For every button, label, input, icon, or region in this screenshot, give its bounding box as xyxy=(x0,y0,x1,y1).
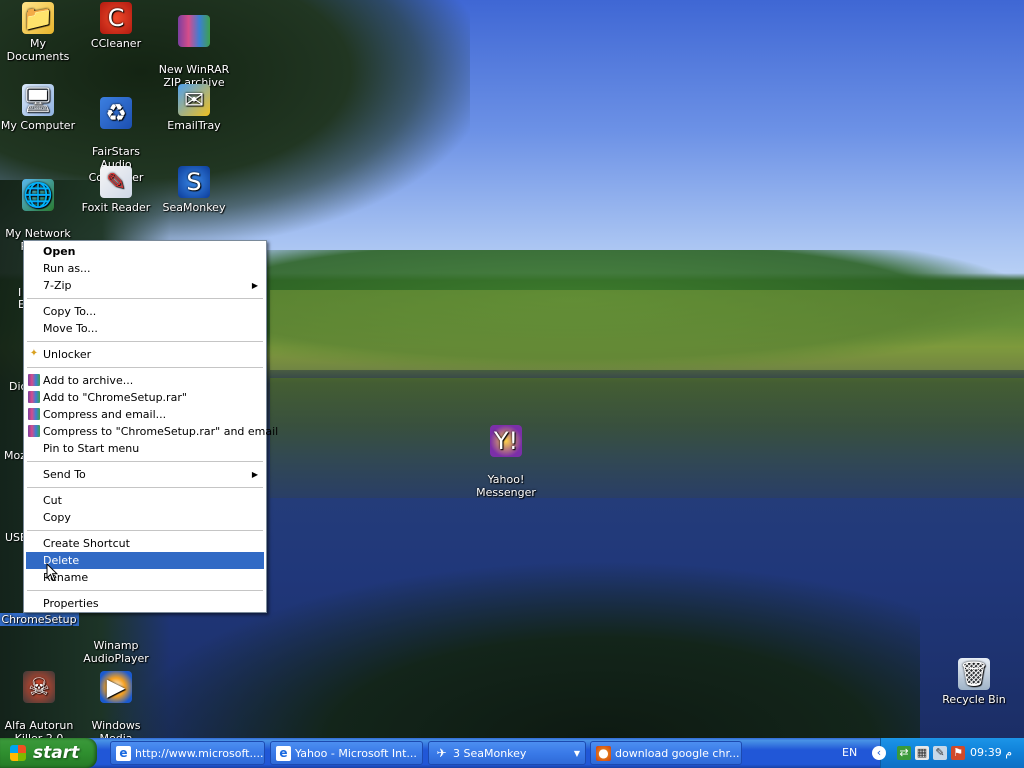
windows-logo-icon xyxy=(10,745,26,761)
menu-item-add-to-rar[interactable]: Add to "ChromeSetup.rar" xyxy=(26,389,264,406)
menu-item-unlocker[interactable]: ✦ Unlocker xyxy=(26,346,264,363)
email-tray-icon: ✉ xyxy=(178,84,210,116)
menu-item-pin-start[interactable]: Pin to Start menu xyxy=(26,440,264,457)
wallpaper-meadow xyxy=(270,290,1024,370)
internet-explorer-icon: e xyxy=(116,746,131,761)
desktop-icon-seamonkey[interactable]: S SeaMonkey xyxy=(154,166,234,214)
taskbar-button-ie-microsoft[interactable]: e http://www.microsoft.... xyxy=(110,741,265,765)
menu-item-open[interactable]: Open xyxy=(26,243,264,260)
menu-separator xyxy=(27,298,263,299)
winrar-icon xyxy=(28,425,40,437)
menu-separator xyxy=(27,487,263,488)
desktop-icon-recycle-bin[interactable]: 🗑 Recycle Bin xyxy=(934,658,1014,706)
menu-item-send-to[interactable]: Send To ▶ xyxy=(26,466,264,483)
desktop-icon-foxit[interactable]: ✎ Foxit Reader xyxy=(76,166,156,214)
wallpaper-lake-reflection xyxy=(270,378,1024,498)
menu-item-properties[interactable]: Properties xyxy=(26,595,264,612)
menu-item-copy-to[interactable]: Copy To... xyxy=(26,303,264,320)
menu-separator xyxy=(27,530,263,531)
tray-tools-icon[interactable]: ✎ xyxy=(933,746,947,760)
taskbar-button-ie-yahoo[interactable]: e Yahoo - Microsoft Int... xyxy=(270,741,423,765)
system-tray: ‹ ⇄ ▦ ✎ ⚑ 09:39 م xyxy=(872,738,1024,768)
menu-item-compress-email[interactable]: Compress and email... xyxy=(26,406,264,423)
menu-item-rename[interactable]: Rename xyxy=(26,569,264,586)
winrar-icon xyxy=(28,408,40,420)
network-icon: 🌐 xyxy=(22,179,54,211)
menu-item-7zip[interactable]: 7-Zip ▶ xyxy=(26,277,264,294)
ccleaner-icon: C xyxy=(100,2,132,34)
autorun-killer-icon: ☠ xyxy=(23,671,55,703)
tray-security-icon[interactable]: ⚑ xyxy=(951,746,965,760)
desktop: 📁 My Documents C CCleaner New WinRAR ZIP… xyxy=(0,0,1024,738)
menu-item-compress-rar-email[interactable]: Compress to "ChromeSetup.rar" and email xyxy=(26,423,278,440)
context-menu: Open Run as... 7-Zip ▶ Copy To... Move To… xyxy=(23,240,278,613)
menu-separator xyxy=(27,367,263,368)
menu-item-create-shortcut[interactable]: Create Shortcut xyxy=(26,535,264,552)
menu-item-delete[interactable]: Delete xyxy=(26,552,264,569)
desktop-icon-emailtray[interactable]: ✉ EmailTray xyxy=(154,84,234,132)
taskbar: start e http://www.microsoft.... e Yahoo… xyxy=(0,738,1024,768)
recycle-bin-icon: 🗑 xyxy=(958,658,990,690)
menu-item-add-to-archive[interactable]: Add to archive... xyxy=(26,372,264,389)
clock[interactable]: 09:39 م xyxy=(970,738,1012,768)
desktop-icon-winrar-zip[interactable]: New WinRAR ZIP archive xyxy=(154,2,234,89)
desktop-icon-yahoo[interactable]: Y! Yahoo! Messenger xyxy=(466,412,546,499)
chevron-down-icon: ▼ xyxy=(573,749,580,758)
unlocker-wand-icon: ✦ xyxy=(29,348,39,359)
winrar-archive-icon xyxy=(178,15,210,47)
desktop-icon-wmp[interactable]: ▶ Windows Media Player xyxy=(76,658,156,738)
winrar-icon xyxy=(28,391,40,403)
computer-icon: 🖥 xyxy=(22,84,54,116)
internet-explorer-icon: e xyxy=(276,746,291,761)
menu-separator xyxy=(27,590,263,591)
audio-converter-icon: ♻ xyxy=(100,97,132,129)
mouse-pointer-icon xyxy=(46,563,58,582)
desktop-icon-ccleaner[interactable]: C CCleaner xyxy=(76,2,156,50)
show-hidden-icons-chevron-icon[interactable]: ‹ xyxy=(872,746,886,760)
menu-item-move-to[interactable]: Move To... xyxy=(26,320,264,337)
media-player-icon: ▶ xyxy=(100,671,132,703)
desktop-icon-my-computer[interactable]: 🖥 My Computer xyxy=(0,84,78,132)
winrar-icon xyxy=(28,374,40,386)
desktop-icon-alfa-autorun[interactable]: ☠ Alfa Autorun Killer 2.0 xyxy=(0,658,79,738)
menu-item-copy[interactable]: Copy xyxy=(26,509,264,526)
tray-app-icon[interactable]: ▦ xyxy=(915,746,929,760)
menu-item-run-as[interactable]: Run as... xyxy=(26,260,264,277)
seamonkey-icon: ✈ xyxy=(436,746,447,760)
menu-item-cut[interactable]: Cut xyxy=(26,492,264,509)
taskbar-button-seamonkey-group[interactable]: ✈ 3 SeaMonkey ▼ xyxy=(428,741,586,765)
desktop-icon-my-documents[interactable]: 📁 My Documents xyxy=(0,2,78,63)
submenu-arrow-icon: ▶ xyxy=(251,470,258,479)
submenu-arrow-icon: ▶ xyxy=(251,281,258,290)
network-tray-icon[interactable]: ⇄ xyxy=(897,746,911,760)
menu-separator xyxy=(27,341,263,342)
language-indicator[interactable]: EN xyxy=(842,738,857,768)
start-button[interactable]: start xyxy=(0,738,97,768)
folder-documents-icon: 📁 xyxy=(22,2,54,34)
seamonkey-icon: S xyxy=(178,166,210,198)
taskbar-button-firefox[interactable]: ● download google chr... xyxy=(590,741,742,765)
firefox-icon: ● xyxy=(596,746,611,761)
yahoo-messenger-icon: Y! xyxy=(490,425,522,457)
menu-separator xyxy=(27,461,263,462)
pdf-reader-icon: ✎ xyxy=(100,166,132,198)
